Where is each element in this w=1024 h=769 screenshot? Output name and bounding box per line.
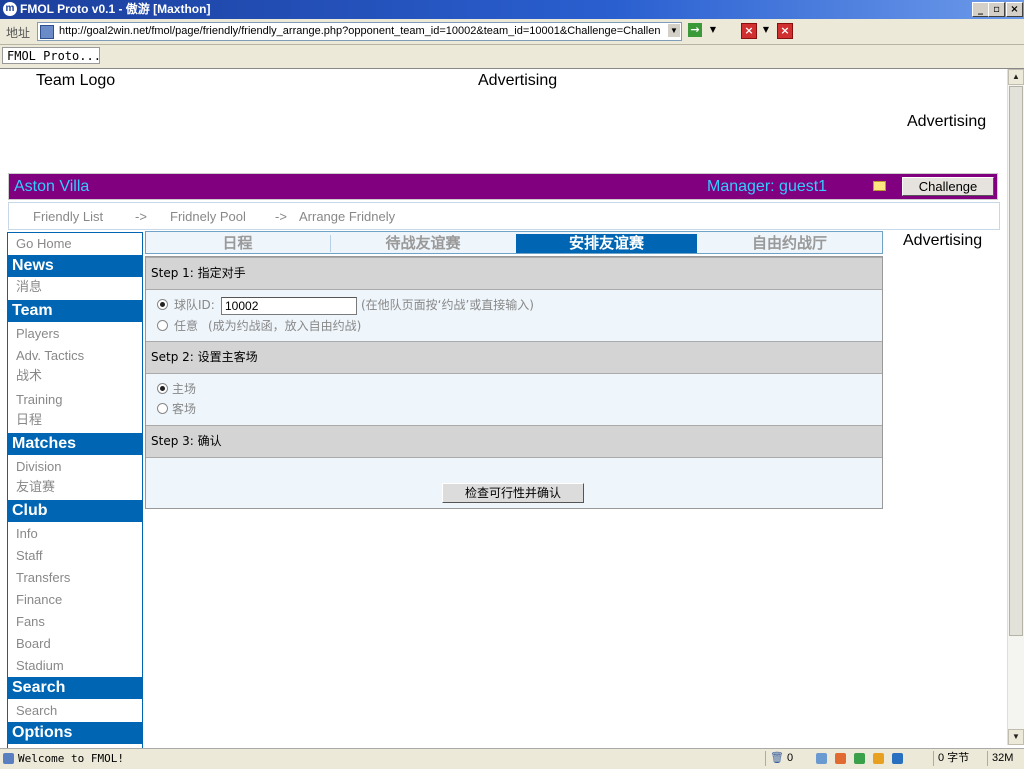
minimize-button[interactable]: _: [972, 2, 989, 17]
stop-icon[interactable]: ×: [741, 23, 757, 39]
step2-body: 主场 客场: [146, 374, 882, 425]
trash-count: 0: [787, 752, 794, 764]
popup-blocker-icon[interactable]: [835, 753, 846, 764]
sidebar-item-board[interactable]: Board: [16, 636, 51, 652]
away-label: 客场: [172, 402, 197, 416]
team-logo: Team Logo: [36, 72, 116, 89]
challenge-button[interactable]: Challenge: [902, 177, 994, 196]
arrange-steps-panel: Step 1: 指定对手 球队ID: (在他队页面按‘约战’或直接输入) 任意 …: [145, 256, 883, 509]
scroll-thumb[interactable]: [1009, 86, 1023, 636]
team-id-label: 球队ID:: [174, 298, 215, 312]
sidebar-item-training[interactable]: Training: [16, 392, 62, 408]
status-bytes: 0 字节: [933, 751, 987, 766]
sidebar-item-schedule[interactable]: 日程: [16, 412, 42, 428]
breadcrumb: Friendly List -> Fridnely Pool -> Arrang…: [8, 202, 1000, 230]
sidebar-item-transfers[interactable]: Transfers: [16, 570, 70, 586]
browser-tab[interactable]: FMOL Proto...: [2, 47, 100, 64]
sidebar-section-matches: Matches: [8, 433, 142, 455]
url-dropdown-icon[interactable]: ▼: [668, 24, 680, 37]
sidebar-section-news: News: [8, 255, 142, 277]
sidebar-item-finance[interactable]: Finance: [16, 592, 62, 608]
url-field[interactable]: http://goal2win.net/fmol/page/friendly/f…: [37, 22, 682, 41]
sidebar-item-friendly[interactable]: 友谊赛: [16, 479, 55, 495]
manager-name: Manager: guest1: [707, 178, 828, 195]
advertising-side: Advertising: [903, 232, 983, 249]
confirm-button[interactable]: 检查可行性并确认: [442, 483, 584, 503]
advertising-top: Advertising: [478, 72, 558, 89]
go-dropdown-icon[interactable]: ▼: [706, 23, 720, 37]
radio-away[interactable]: [157, 403, 168, 414]
tab-pending-friendlies[interactable]: 待战友谊赛: [331, 234, 515, 253]
any-opponent-label: 任意: [174, 319, 199, 333]
tab-arrange-friendly[interactable]: 安排友谊赛: [516, 234, 697, 253]
step1-title: Step 1: 指定对手: [146, 257, 882, 290]
sidebar-item-staff[interactable]: Staff: [16, 548, 43, 564]
step3-title: Step 3: 确认: [146, 425, 882, 458]
tab-schedule[interactable]: 日程: [146, 234, 329, 253]
stop-dropdown-icon[interactable]: ▼: [759, 23, 773, 37]
team-id-hint: (在他队页面按‘约战’或直接输入): [361, 298, 534, 312]
team-name[interactable]: Aston Villa: [14, 177, 89, 197]
team-bar: Aston Villa Manager: guest1 Challenge: [8, 173, 998, 200]
go-arrow-icon[interactable]: →: [688, 23, 702, 37]
close-tab-icon[interactable]: ×: [777, 23, 793, 39]
step2-title: Setp 2: 设置主客场: [146, 341, 882, 374]
status-trash[interactable]: 🗑 0: [765, 751, 805, 766]
home-label: 主场: [172, 382, 197, 396]
sidebar-item-go-home[interactable]: Go Home: [16, 236, 72, 252]
sidebar-item-news[interactable]: 消息: [16, 279, 42, 295]
address-label: 地址: [6, 26, 31, 40]
scroll-up-icon[interactable]: ▲: [1008, 69, 1024, 85]
window-titlebar: m FMOL Proto v0.1 - 傲游 [Maxthon] _ ▫ ×: [0, 0, 1024, 19]
step1-body: 球队ID: (在他队页面按‘约战’或直接输入) 任意 (成为约战函，放入自由约战…: [146, 290, 882, 341]
sidebar-item-adv-tactics[interactable]: Adv. Tactics: [16, 348, 84, 364]
radio-team-id[interactable]: [157, 299, 168, 310]
breadcrumb-friendly-list[interactable]: Friendly List: [33, 209, 103, 224]
sidebar-section-club: Club: [8, 500, 142, 522]
proxy-icon[interactable]: [816, 753, 827, 764]
close-window-button[interactable]: ×: [1006, 2, 1023, 17]
sidebar-item-stadium[interactable]: Stadium: [16, 658, 64, 674]
sidebar-section-team: Team: [8, 300, 142, 322]
sidebar: Go Home News 消息 Team Players Adv. Tactic…: [7, 232, 143, 748]
page-status-icon: [3, 753, 14, 764]
sidebar-item-fans[interactable]: Fans: [16, 614, 45, 630]
advertising-right: Advertising: [907, 113, 987, 130]
gear-icon[interactable]: [873, 753, 884, 764]
status-memory: 32M: [987, 751, 1024, 766]
status-bar: Welcome to FMOL! 🗑 0 0 字节 32M: [0, 748, 1024, 769]
any-opponent-hint: (成为约战函，放入自由约战): [208, 319, 362, 333]
sidebar-item-division[interactable]: Division: [16, 459, 62, 475]
address-bar: 地址 http://goal2win.net/fmol/page/friendl…: [0, 19, 1024, 45]
breadcrumb-separator: ->: [135, 209, 147, 224]
radio-any-opponent[interactable]: [157, 320, 168, 331]
team-id-input[interactable]: [221, 297, 357, 315]
radio-home[interactable]: [157, 383, 168, 394]
step3-body: 检查可行性并确认: [146, 458, 882, 508]
browser-tab-bar: FMOL Proto...: [0, 45, 1024, 69]
sidebar-item-info[interactable]: Info: [16, 526, 38, 542]
sidebar-item-search[interactable]: Search: [16, 703, 57, 719]
breadcrumb-separator: ->: [275, 209, 287, 224]
breadcrumb-friendly-pool[interactable]: Fridnely Pool: [170, 209, 246, 224]
scroll-down-icon[interactable]: ▼: [1008, 729, 1024, 745]
page-icon: [40, 25, 54, 39]
breadcrumb-arrange-friendly[interactable]: Arrange Fridnely: [299, 209, 395, 224]
edit-icon[interactable]: [892, 753, 903, 764]
sidebar-section-search: Search: [8, 677, 142, 699]
maxthon-logo-icon: m: [3, 2, 17, 16]
trash-icon: 🗑: [770, 752, 784, 764]
content-tabs: 日程 待战友谊赛 安排友谊赛 自由约战厅: [145, 231, 883, 254]
tab-free-challenge-hall[interactable]: 自由约战厅: [698, 234, 881, 253]
mail-icon[interactable]: [873, 181, 886, 191]
vertical-scrollbar[interactable]: ▲ ▼: [1007, 69, 1024, 745]
window-title: FMOL Proto v0.1 - 傲游 [Maxthon]: [20, 2, 211, 16]
restore-button[interactable]: ▫: [988, 2, 1005, 17]
refresh-icon[interactable]: [854, 753, 865, 764]
sidebar-section-options[interactable]: Options: [8, 722, 142, 744]
sidebar-item-players[interactable]: Players: [16, 326, 59, 342]
url-text[interactable]: http://goal2win.net/fmol/page/friendly/f…: [59, 24, 665, 39]
status-message: Welcome to FMOL!: [18, 752, 124, 765]
sidebar-item-tactics[interactable]: 战术: [16, 368, 42, 384]
